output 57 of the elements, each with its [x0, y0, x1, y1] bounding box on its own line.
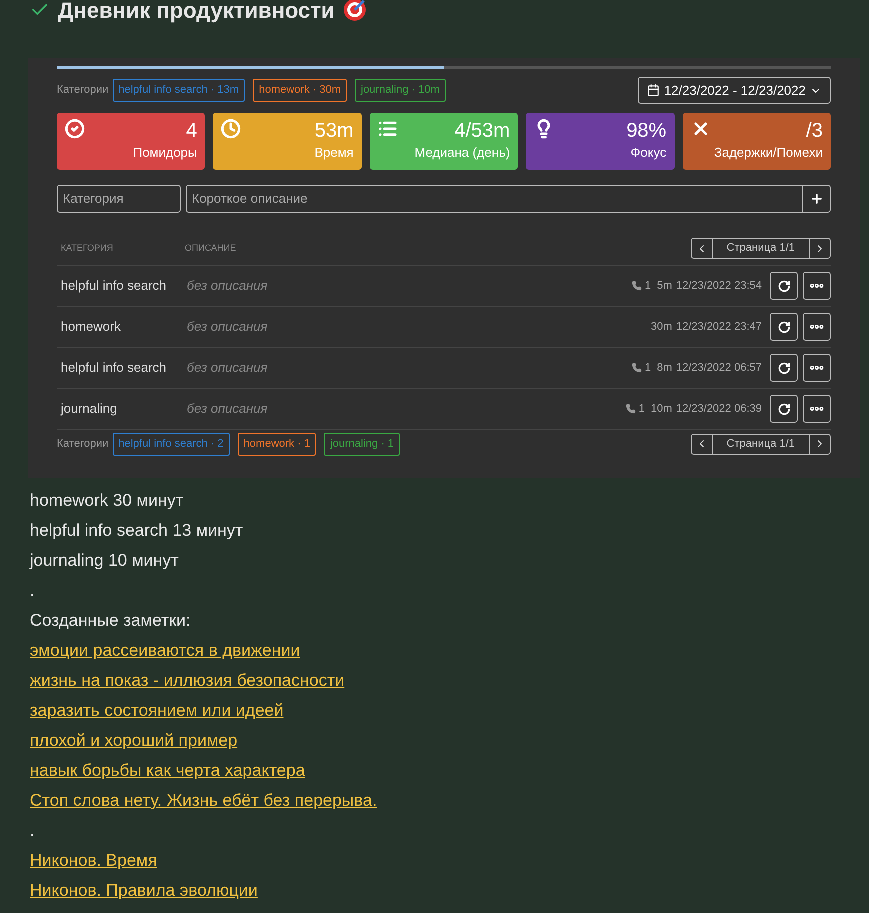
- timestamp-cell-text: 12/23/2022 06:57: [676, 360, 762, 376]
- category-input[interactable]: Категория: [57, 185, 181, 213]
- call-count: 1: [644, 360, 652, 376]
- stat-value: /3: [806, 119, 823, 143]
- summary-line: .: [30, 580, 36, 602]
- note-link[interactable]: жизнь на показ - иллюзия безопасности: [30, 671, 345, 690]
- category-tag[interactable]: journaling · 10m: [355, 79, 446, 102]
- category-cell-text: journaling: [60, 400, 118, 418]
- category-tag[interactable]: homework · 1: [238, 433, 316, 456]
- description-input[interactable]: Короткое описание: [186, 185, 803, 213]
- page-indicator: Страница 1/1: [726, 241, 796, 256]
- category-cell-text: homework: [60, 318, 122, 336]
- category-cell-text: helpful info search: [60, 359, 168, 378]
- notes-heading: Созданные заметки:: [30, 610, 192, 632]
- stat-value: 98%: [626, 119, 667, 143]
- description-cell-text: без описания: [187, 359, 269, 378]
- stat-value: 4: [186, 119, 198, 143]
- note-link[interactable]: Никонов. Время: [30, 851, 158, 870]
- timestamp-cell-text: 12/23/2022 23:54: [676, 278, 762, 294]
- timestamp-cell-text: 12/23/2022 06:39: [676, 402, 762, 417]
- summary-line: journaling 10 минут: [30, 550, 180, 572]
- description-cell-text: без описания: [187, 277, 269, 296]
- note-link[interactable]: Никонов. Правила эволюции: [30, 881, 258, 900]
- stat-label: Помидоры: [133, 144, 198, 162]
- stat-label: Медиана (день): [414, 144, 510, 162]
- category-tag[interactable]: journaling · 1: [324, 433, 400, 456]
- duration-cell-text: 30m: [650, 320, 672, 335]
- note-link[interactable]: Стоп слова нету. Жизнь ебёт без перерыва.: [30, 791, 378, 810]
- duration-cell-text: 5m: [657, 278, 672, 294]
- stat-label: Задержки/Помехи: [714, 144, 823, 162]
- call-count: 1: [644, 278, 652, 294]
- category-tag[interactable]: homework · 30m: [253, 79, 347, 102]
- categories-label: Категории: [57, 83, 109, 98]
- duration-cell-text: 8m: [657, 360, 672, 376]
- note-link[interactable]: заразить состоянием или идеей: [30, 701, 284, 720]
- stat-label: Время: [314, 144, 354, 162]
- page-title: Дневник продуктивности: [58, 0, 335, 25]
- date-range-dropdown[interactable]: 12/23/2022 - 12/23/2022: [638, 77, 831, 104]
- description-cell-text: без описания: [187, 318, 269, 336]
- stat-value: 4/53m: [454, 119, 510, 143]
- summary-line: homework 30 минут: [30, 490, 185, 512]
- timestamp-cell-text: 12/23/2022 23:47: [676, 320, 762, 335]
- categories-label: Категории: [57, 437, 109, 452]
- duration-cell-text: 10m: [650, 402, 672, 417]
- column-header: КАТЕГОРИЯ: [60, 242, 114, 255]
- call-count: 1: [638, 402, 645, 417]
- page-indicator: Страница 1/1: [726, 437, 796, 452]
- description-cell-text: без описания: [187, 400, 269, 418]
- column-header: ОПИСАНИЕ: [185, 242, 238, 255]
- note-link[interactable]: навык борьбы как черта характера: [30, 761, 306, 780]
- note-link[interactable]: плохой и хороший пример: [30, 731, 238, 750]
- note-link[interactable]: эмоции рассеиваются в движении: [30, 641, 300, 660]
- summary-line: helpful info search 13 минут: [30, 520, 244, 542]
- separator-text: .: [30, 820, 36, 842]
- stat-value: 53m: [314, 119, 354, 143]
- stat-label: Фокус: [630, 144, 667, 162]
- category-cell-text: helpful info search: [60, 277, 168, 296]
